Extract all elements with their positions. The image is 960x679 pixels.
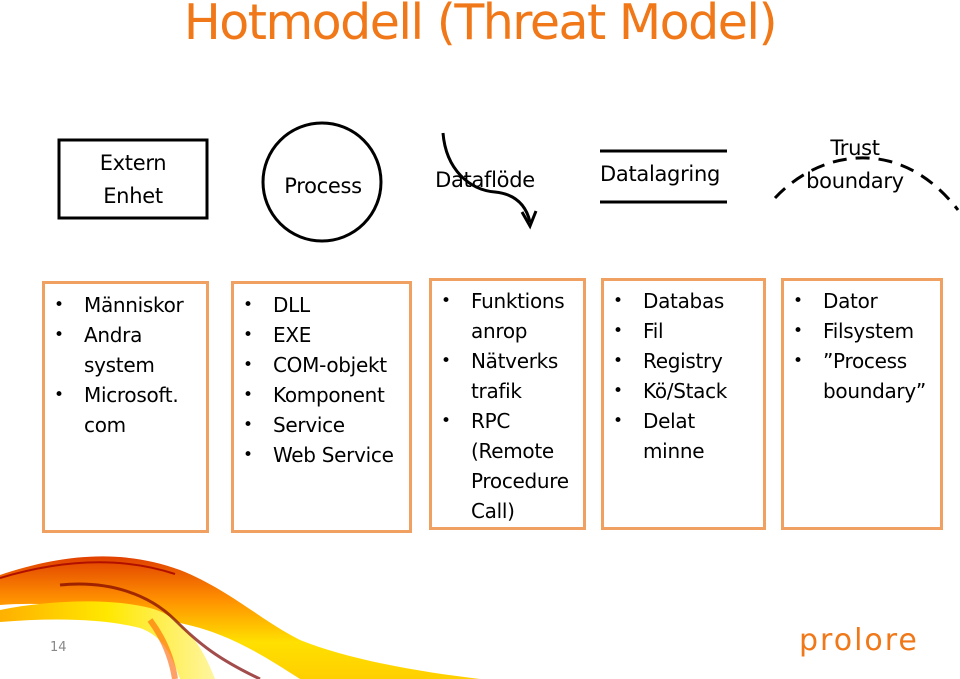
- list-item: • COM-objekt: [243, 353, 387, 377]
- list-item: • Människor: [54, 293, 184, 317]
- trust-boundary-label-line1: Trust: [830, 136, 880, 160]
- list-item: • DLL: [243, 293, 310, 317]
- list-item: • Nätverks trafik: [441, 349, 559, 403]
- process-label: Process: [284, 174, 362, 198]
- list-item: • Databas: [613, 289, 725, 313]
- page-number: 14: [50, 640, 67, 655]
- list-item: • Funktions anrop: [441, 289, 565, 343]
- category-box-datastores: • Databas • Fil • Registry • Kö/Stack • Delat…: [601, 278, 766, 530]
- list-item: • Web Service: [243, 443, 394, 467]
- list-item: • Delat minne: [613, 409, 705, 463]
- datastore-label: Datalagring: [600, 162, 720, 186]
- list-item: • Fil: [613, 319, 664, 343]
- prolore-logo: prolore: [799, 623, 919, 658]
- list-item: • Dator: [793, 289, 878, 313]
- list-item: • EXE: [243, 323, 312, 347]
- category-box-trust-boundaries: • Dator • Filsystem • ”Process boundary”: [781, 278, 943, 530]
- dataflow-label: Dataflöde: [435, 168, 535, 192]
- list-item: • RPC (Remote Procedure Call): [441, 409, 569, 523]
- list-item: • Microsoft. com: [54, 383, 179, 437]
- list-item: • Registry: [613, 349, 723, 373]
- category-box-processes: • DLL • EXE • COM-objekt • Komponent • Servic…: [231, 281, 412, 533]
- list-item: • Kö/Stack: [613, 379, 728, 403]
- list-item: • ”Process boundary”: [793, 349, 926, 403]
- decorative-wave: [0, 556, 480, 679]
- list-item: • Filsystem: [793, 319, 914, 343]
- list-item: • Komponent: [243, 383, 385, 407]
- list-item: • Service: [243, 413, 345, 437]
- category-box-dataflows: • Funktions anrop • Nätverks trafik • RPC (…: [429, 278, 586, 530]
- external-entity-label: Extern Enhet: [99, 151, 167, 208]
- list-item: • Andra system: [54, 323, 155, 377]
- trust-boundary-label-line2: boundary: [806, 169, 904, 193]
- category-box-external-entities: • Människor • Andra system • Microsoft. com: [42, 281, 209, 533]
